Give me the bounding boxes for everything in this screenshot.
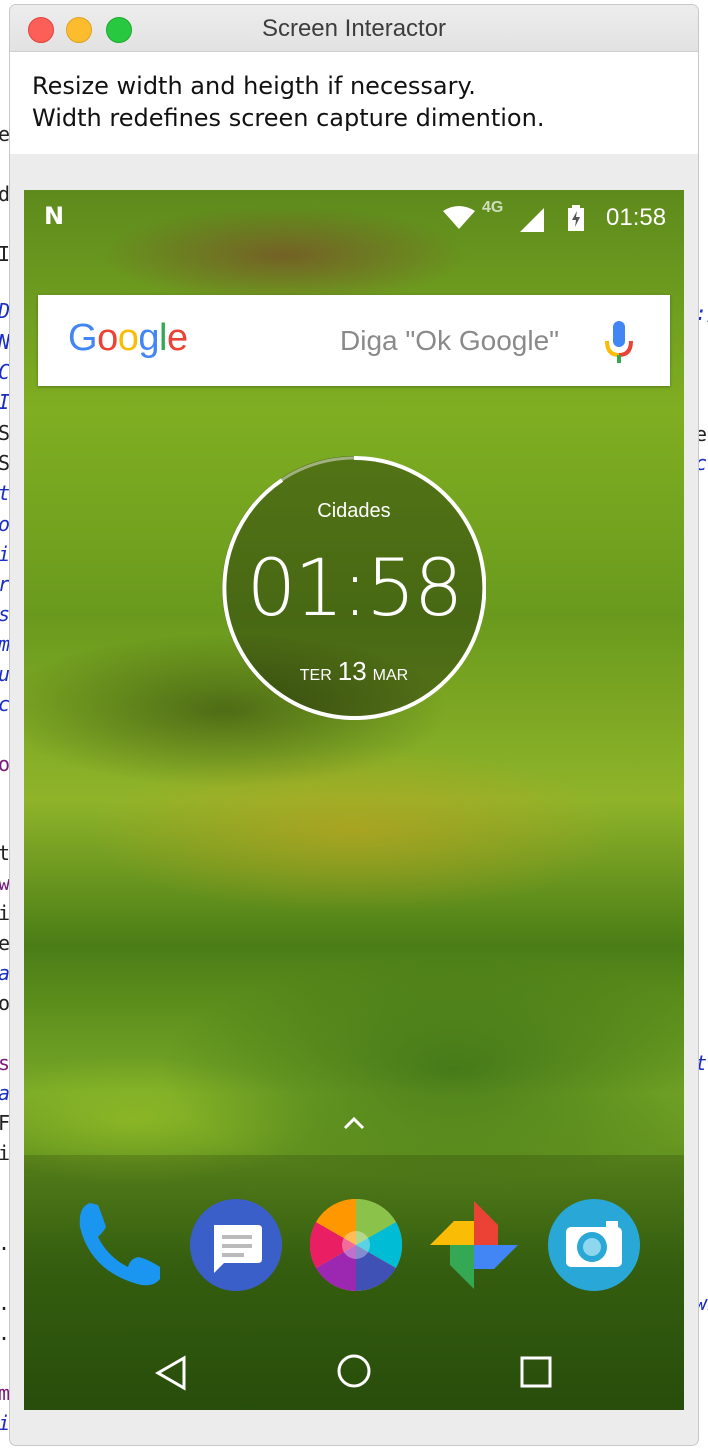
status-bar: N 4G 01:58 — [24, 190, 684, 245]
editor-char: C — [0, 362, 10, 382]
window-title: Screen Interactor — [261, 15, 447, 42]
editor-char: d — [0, 182, 11, 206]
wifi-icon — [443, 206, 475, 229]
logo-letter: o — [97, 317, 118, 359]
logo-letter: e — [166, 317, 188, 359]
navigation-bar — [24, 1340, 684, 1410]
phone-app-icon[interactable] — [68, 1197, 164, 1293]
editor-char: S — [0, 421, 11, 445]
title-bar[interactable]: Screen Interactor — [10, 5, 698, 52]
editor-char: r — [0, 574, 10, 594]
logo-letter: g — [138, 317, 159, 359]
device-screen[interactable]: N 4G 01:58 Google Diga "Ok Google" Cidad… — [24, 190, 684, 1410]
status-time: 01:58 — [606, 204, 667, 231]
network-type-label: 4G — [482, 199, 504, 216]
search-hint: Diga "Ok Google" — [340, 325, 560, 356]
editor-char: i — [0, 1413, 10, 1433]
editor-char: . — [0, 1323, 10, 1343]
instruction-line: Width redefines screen capture dimention… — [32, 104, 545, 132]
instructions-panel: Resize width and heigth if necessary. Wi… — [10, 52, 698, 154]
editor-char: F — [0, 1111, 11, 1135]
editor-char: m — [0, 1381, 11, 1405]
editor-char: e — [0, 122, 11, 146]
instruction-line: Resize width and heigth if necessary. — [32, 72, 476, 100]
editor-char: D — [0, 301, 10, 321]
editor-char: e — [0, 931, 11, 955]
editor-char: S — [0, 451, 11, 475]
editor-char: u — [0, 664, 10, 684]
home-icon[interactable] — [336, 1353, 372, 1389]
logo-letter: o — [117, 317, 139, 359]
battery-charging-icon — [568, 205, 584, 231]
clock-widget[interactable]: Cidades 01:58 TER 13 MAR — [222, 456, 486, 720]
notification-n-icon: N — [44, 202, 65, 230]
editor-char: I — [0, 392, 10, 412]
logo-letter: l — [158, 317, 167, 359]
editor-char: o — [0, 514, 10, 534]
google-logo: Google — [68, 317, 188, 360]
editor-char: t — [0, 841, 11, 865]
editor-char: i — [0, 901, 11, 925]
editor-char: m — [0, 634, 10, 654]
editor-char: s — [0, 1051, 11, 1075]
editor-char: a — [0, 1083, 10, 1103]
editor-char: i — [0, 544, 10, 564]
clock-day: 13 — [337, 656, 367, 686]
editor-char: . — [0, 1293, 10, 1313]
back-icon[interactable] — [154, 1355, 188, 1391]
editor-char: . — [0, 1233, 10, 1253]
editor-char: a — [0, 963, 10, 983]
recent-apps-icon[interactable] — [520, 1356, 552, 1388]
clock-date: TER 13 MAR — [222, 656, 486, 687]
camera-app-icon[interactable] — [546, 1197, 642, 1293]
editor-char: o — [0, 752, 11, 776]
editor-char: t — [0, 483, 10, 503]
editor-char: i — [0, 1141, 11, 1165]
clock-city-label: Cidades — [317, 500, 391, 522]
editor-char: c — [0, 694, 10, 714]
clock-weekday: TER — [299, 667, 332, 684]
editor-char: s — [0, 604, 10, 624]
app-drawer-arrow-icon[interactable] — [342, 1115, 366, 1131]
editor-char: o — [0, 991, 11, 1015]
screen-interactor-window: Screen Interactor Resize width and heigt… — [10, 5, 698, 1445]
clock-month: MAR — [372, 667, 409, 684]
photos-app-icon[interactable] — [426, 1197, 522, 1293]
mic-icon[interactable] — [604, 319, 634, 365]
logo-letter: G — [68, 317, 98, 359]
editor-char: N — [0, 332, 10, 352]
gallery-app-icon[interactable] — [308, 1197, 404, 1293]
google-search-bar[interactable]: Google Diga "Ok Google" — [38, 295, 670, 386]
messages-app-icon[interactable] — [188, 1197, 284, 1293]
editor-char: I — [0, 242, 11, 266]
clock-time: 01:58 — [246, 544, 464, 634]
editor-char: w — [0, 871, 11, 895]
signal-icon — [520, 208, 544, 232]
